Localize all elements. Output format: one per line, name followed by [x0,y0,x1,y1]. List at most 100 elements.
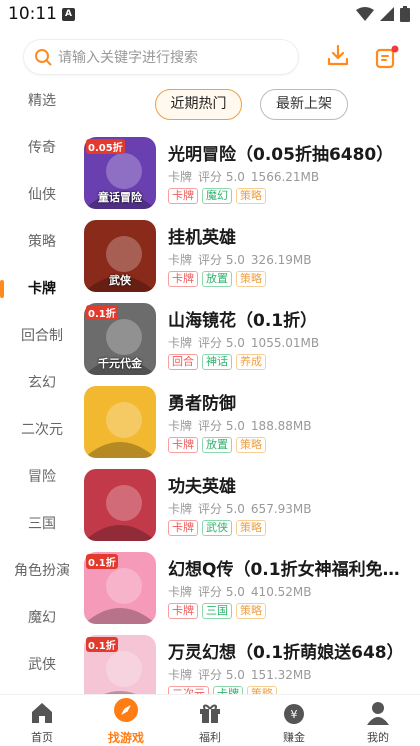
sidebar-item-label: 精选 [28,93,56,109]
sidebar-item-label: 仙侠 [28,187,56,203]
sidebar-item-传奇[interactable]: 传奇 [0,133,84,163]
signal-icon [380,7,394,21]
game-tag: 养成 [236,354,266,370]
nav-label: 我的 [367,731,389,744]
sidebar-item-三国[interactable]: 三国 [0,509,84,539]
game-meta: 卡牌 评分 5.0 1055.01MB [168,334,325,351]
search-bar[interactable] [23,39,299,75]
game-tag: 卡牌 [168,271,198,287]
game-item[interactable]: 勇者防御卡牌 评分 5.0 188.88MB 卡牌 放置 策略 [84,386,420,462]
discount-badge: 0.1折 [86,554,118,569]
game-name: 光明冒险（0.05折抽6480） [168,145,394,165]
game-tag: 卡牌 [168,520,198,536]
system-icons [356,6,410,22]
sidebar-item-label: 策略 [28,234,56,250]
game-tag: 策略 [236,520,266,536]
sidebar-item-label: 传奇 [28,140,56,156]
nav-mine[interactable]: 我的 [336,695,420,746]
game-item[interactable]: 0.1折 幻想Q传（0.1折女神福利免充… 卡牌 评分 5.0 410.52MB 卡牌 三国… [84,552,420,628]
game-tag: 放置 [202,437,232,453]
sidebar-item-回合制[interactable]: 回合制 [0,321,84,351]
game-tags: 卡牌 三国 策略 [168,603,266,619]
game-category: 卡牌 [168,170,193,184]
money-bag-icon: ¥ [284,704,304,724]
game-tag: 三国 [202,603,232,619]
sidebar-item-卡牌[interactable]: 卡牌 [0,274,84,304]
sidebar-item-魔幻[interactable]: 魔幻 [0,603,84,633]
game-category: 卡牌 [168,585,193,599]
game-meta: 卡牌 评分 5.0 657.93MB [168,500,318,517]
game-meta: 卡牌 评分 5.0 188.88MB [168,417,318,434]
game-tag: 策略 [236,603,266,619]
game-tag: 放置 [202,271,232,287]
battery-icon [400,6,410,22]
wifi-icon [356,7,374,21]
sidebar-item-label: 卡牌 [28,281,56,297]
game-item[interactable]: 0.05折 童话冒险 光明冒险（0.05折抽6480） 卡牌 评分 5.0 1566.21… [84,137,420,213]
sidebar-item-二次元[interactable]: 二次元 [0,415,84,445]
game-category: 卡牌 [168,502,193,516]
game-size: 1055.01MB [250,336,320,350]
tab-new-release[interactable]: 最新上架 [260,89,348,120]
sidebar-item-label: 回合制 [21,328,63,344]
game-score: 评分 5.0 [198,585,245,599]
sidebar-item-精选[interactable]: 精选 [0,86,84,116]
sidebar-item-策略[interactable]: 策略 [0,227,84,257]
game-category: 卡牌 [168,336,193,350]
game-size: 326.19MB [250,253,312,267]
game-score: 评分 5.0 [198,502,245,516]
game-tag: 卡牌 [168,437,198,453]
game-meta: 卡牌 评分 5.0 410.52MB [168,583,318,600]
game-size: 151.32MB [250,668,312,682]
game-meta: 卡牌 评分 5.0 326.19MB [168,251,318,268]
bottom-nav: 首页 找游戏 福利 ¥ 赚金 我的 [0,694,420,746]
game-category: 卡牌 [168,668,193,682]
nav-home[interactable]: 首页 [0,695,84,746]
game-tag: 策略 [236,271,266,287]
nav-earn[interactable]: ¥ 赚金 [252,695,336,746]
sidebar-item-label: 武侠 [28,657,56,673]
game-size: 410.52MB [250,585,312,599]
game-tags: 卡牌 武侠 策略 [168,520,266,536]
message-icon[interactable] [374,44,400,70]
game-item[interactable]: 0.1折 千元代金 山海镜花（0.1折） 卡牌 评分 5.0 1055.01MB 回合 神话养… [84,303,420,379]
gift-icon [200,704,220,723]
game-score: 评分 5.0 [198,668,245,682]
download-icon[interactable] [326,44,350,68]
game-category: 卡牌 [168,419,193,433]
sidebar-item-仙侠[interactable]: 仙侠 [0,180,84,210]
game-name: 万灵幻想（0.1折萌娘送648） [168,643,404,663]
game-name: 勇者防御 [168,394,236,414]
game-tags: 卡牌 放置 策略 [168,271,266,287]
game-category: 卡牌 [168,253,193,267]
sidebar-item-label: 二次元 [21,422,63,438]
game-tag: 策略 [236,437,266,453]
nav-find-game[interactable]: 找游戏 [84,695,168,746]
game-score: 评分 5.0 [198,170,245,184]
nav-welfare[interactable]: 福利 [168,695,252,746]
game-size: 1566.21MB [250,170,320,184]
sidebar-item-冒险[interactable]: 冒险 [0,462,84,492]
tab-recent-hot[interactable]: 近期热门 [155,89,242,120]
game-item[interactable]: 武侠 挂机英雄 卡牌 评分 5.0 326.19MB 卡牌 放置 策略 [84,220,420,296]
game-tag: 卡牌 [168,188,198,204]
sidebar-item-label: 魔幻 [28,610,56,626]
search-input[interactable] [58,46,288,70]
game-score: 评分 5.0 [198,336,245,350]
game-name: 山海镜花（0.1折） [168,311,318,331]
game-name: 幻想Q传（0.1折女神福利免充… [168,560,416,580]
game-score: 评分 5.0 [198,419,245,433]
sidebar-item-label: 角色扮演 [14,563,70,579]
nav-label: 首页 [31,731,53,744]
sidebar-item-玄幻[interactable]: 玄幻 [0,368,84,398]
sidebar-item-角色扮演[interactable]: 角色扮演 [0,556,84,586]
sidebar-item-武侠[interactable]: 武侠 [0,650,84,680]
game-name: 功夫英雄 [168,477,236,497]
sidebar-item-label: 玄幻 [28,375,56,391]
nav-label: 找游戏 [107,731,144,745]
status-time: 10:11 [8,4,57,24]
game-size: 188.88MB [250,419,312,433]
game-tags: 卡牌 魔幻 策略 [168,188,266,204]
sidebar-item-label: 冒险 [28,469,56,485]
game-item[interactable]: 功夫英雄卡牌 评分 5.0 657.93MB 卡牌 武侠 策略 [84,469,420,545]
